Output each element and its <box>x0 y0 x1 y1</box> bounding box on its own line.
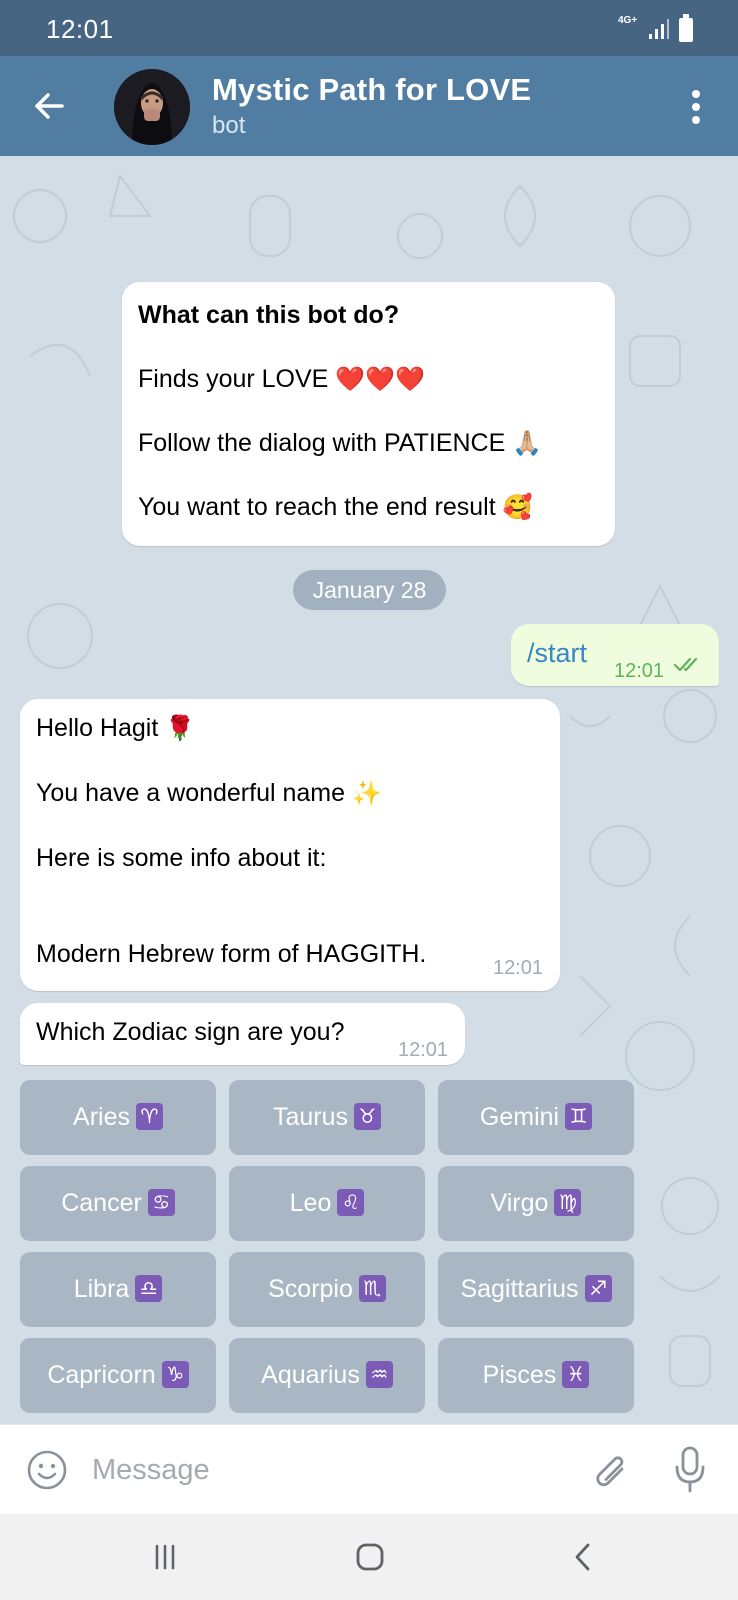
intro-line: Finds your LOVE ❤️❤️❤️ <box>138 365 425 393</box>
message-time: 12:01 <box>614 660 665 682</box>
rose-emoji: 🌹 <box>165 714 196 742</box>
message-input[interactable] <box>92 1447 552 1493</box>
zodiac-button-cancer[interactable]: Cancer ♋ <box>20 1166 216 1241</box>
message-line: You have a wonderful name ✨ <box>36 779 382 807</box>
home-icon[interactable] <box>355 1542 385 1572</box>
message-text: Which Zodiac sign are you? <box>36 1018 345 1046</box>
message-line: Hello Hagit 🌹 <box>36 714 196 742</box>
smiling-hearts-emoji: 🥰 <box>502 493 533 521</box>
sparkles-emoji: ✨ <box>351 779 382 807</box>
zodiac-button-aquarius[interactable]: Aquarius ♒ <box>229 1338 425 1413</box>
message-time: 12:01 <box>398 1039 449 1061</box>
bot-description-card: What can this bot do? Finds your LOVE ❤️… <box>122 282 615 546</box>
status-bar: 12:01 4G+ <box>0 0 738 56</box>
outgoing-message[interactable]: /start 12:01 <box>511 624 719 686</box>
date-divider: January 28 <box>293 570 446 610</box>
message-line: Modern Hebrew form of HAGGITH. <box>36 940 427 968</box>
paperclip-icon[interactable] <box>590 1447 632 1493</box>
bot-description-title: What can this bot do? <box>138 301 400 329</box>
recents-icon[interactable] <box>150 1542 180 1572</box>
praying-hands-emoji: 🙏🏼 <box>512 429 543 457</box>
zodiac-button-pisces[interactable]: Pisces ♓ <box>438 1338 634 1413</box>
more-vertical-icon[interactable] <box>686 88 706 128</box>
message-time: 12:01 <box>493 957 544 979</box>
arrow-left-icon[interactable] <box>28 84 72 128</box>
zodiac-button-leo[interactable]: Leo ♌ <box>229 1166 425 1241</box>
chat-title[interactable]: Mystic Path for LOVE <box>212 72 531 108</box>
smile-icon[interactable] <box>26 1449 68 1491</box>
zodiac-button-scorpio[interactable]: Scorpio ♏ <box>229 1252 425 1327</box>
double-check-icon <box>673 657 698 672</box>
zodiac-button-capricorn[interactable]: Capricorn ♑ <box>20 1338 216 1413</box>
zodiac-button-sagittarius[interactable]: Sagittarius ♐ <box>438 1252 634 1327</box>
bot-avatar[interactable] <box>114 69 190 145</box>
microphone-icon[interactable] <box>672 1445 708 1495</box>
zodiac-button-taurus[interactable]: Taurus ♉ <box>229 1080 425 1155</box>
status-time: 12:01 <box>46 14 114 44</box>
incoming-message[interactable]: Which Zodiac sign are you? 12:01 <box>20 1003 465 1065</box>
chat-header: Mystic Path for LOVE bot <box>0 56 738 156</box>
back-icon[interactable] <box>568 1542 598 1572</box>
incoming-message[interactable]: Hello Hagit 🌹 You have a wonderful name … <box>20 699 560 991</box>
message-composer <box>0 1424 738 1514</box>
chat-subtitle: bot <box>212 112 246 139</box>
intro-line: You want to reach the end result 🥰 <box>138 493 533 521</box>
zodiac-button-libra[interactable]: Libra ♎ <box>20 1252 216 1327</box>
network-type: 4G+ <box>618 15 638 26</box>
zodiac-button-virgo[interactable]: Virgo ♍ <box>438 1166 634 1241</box>
signal-icon <box>649 19 669 39</box>
chat-area[interactable]: What can this bot do? Finds your LOVE ❤️… <box>0 156 738 1424</box>
battery-icon <box>679 14 693 42</box>
intro-line: Follow the dialog with PATIENCE 🙏🏼 <box>138 429 543 457</box>
system-navigation-bar <box>0 1514 738 1600</box>
message-line: Here is some info about it: <box>36 844 327 872</box>
command-link[interactable]: /start <box>527 638 587 668</box>
zodiac-button-aries[interactable]: Aries ♈ <box>20 1080 216 1155</box>
zodiac-button-gemini[interactable]: Gemini ♊ <box>438 1080 634 1155</box>
hearts-emoji: ❤️❤️❤️ <box>335 365 425 393</box>
